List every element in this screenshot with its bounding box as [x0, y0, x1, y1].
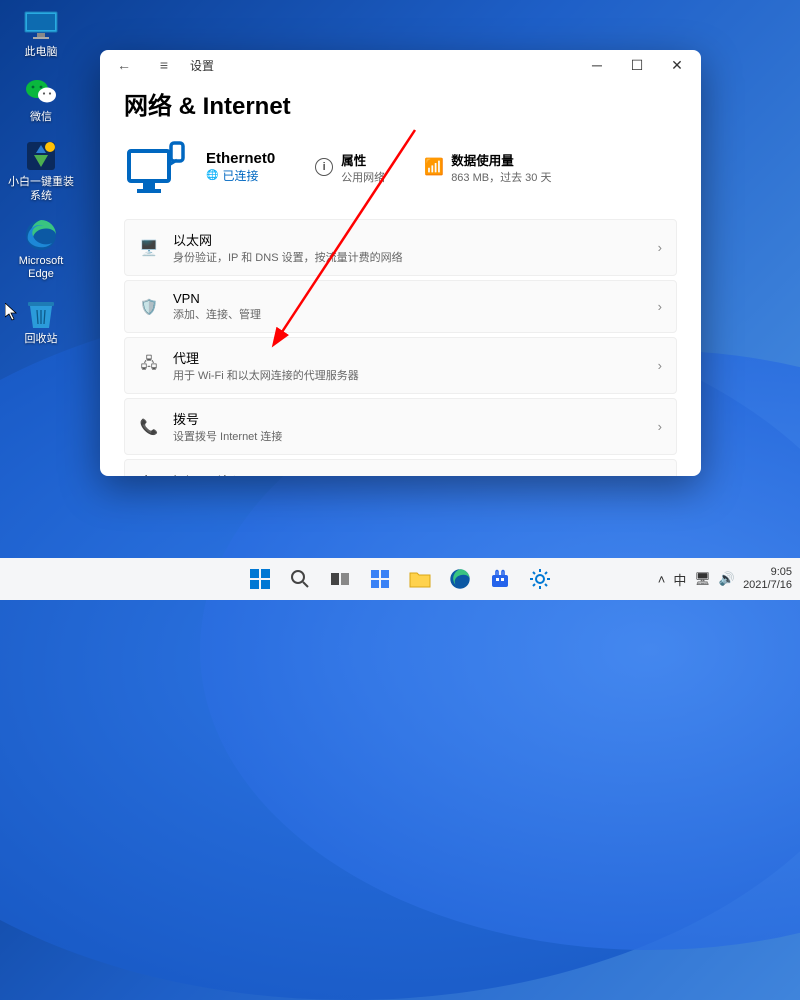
wechat-icon	[23, 73, 59, 109]
page-title: 网络 & Internet	[124, 86, 677, 121]
dialup-icon: 📞	[139, 418, 159, 436]
explorer-button[interactable]	[402, 561, 438, 597]
tray-volume-icon[interactable]: 🔊	[719, 571, 735, 587]
row-vpn[interactable]: 🛡️ VPN 添加、连接、管理 ›	[124, 280, 677, 333]
settings-window: ← ≡ 设置 ─ ☐ ✕ 网络 & Internet Ethernet0 已连接…	[100, 50, 701, 476]
back-button[interactable]: ←	[110, 51, 138, 79]
close-button[interactable]: ✕	[657, 51, 697, 79]
desktop-icon-this-pc[interactable]: 此电脑	[5, 8, 77, 59]
tray-chevron-icon[interactable]: ˄	[658, 572, 666, 587]
desktop-icon-installer[interactable]: 小白一键重装系统	[5, 138, 77, 202]
chevron-right-icon: ›	[658, 419, 662, 434]
settings-button[interactable]	[522, 561, 558, 597]
monitor-icon	[23, 8, 59, 44]
row-proxy[interactable]: 🖧 代理 用于 Wi-Fi 和以太网连接的代理服务器 ›	[124, 337, 677, 394]
proxy-icon: 🖧	[139, 353, 159, 378]
titlebar: ← ≡ 设置 ─ ☐ ✕	[100, 50, 701, 80]
taskview-button[interactable]	[322, 561, 358, 597]
desktop-icon-edge[interactable]: Microsoft Edge	[5, 217, 77, 281]
installer-icon	[23, 138, 59, 174]
row-ethernet[interactable]: 🖥️ 以太网 身份验证，IP 和 DNS 设置，按流量计费的网络 ›	[124, 219, 677, 276]
properties-link[interactable]: i 属性 公用网络	[315, 150, 385, 185]
tray-clock[interactable]: 9:05 2021/7/16	[743, 566, 792, 592]
tray-lang[interactable]: 中	[673, 570, 686, 589]
connection-hero: Ethernet0 已连接 i 属性 公用网络 📶 数据使用量 863 MB，过…	[124, 135, 677, 199]
window-title: 设置	[190, 57, 214, 74]
vpn-icon: 🛡️	[139, 298, 159, 316]
chevron-right-icon: ›	[658, 240, 662, 255]
maximize-button[interactable]: ☐	[617, 51, 657, 79]
chevron-right-icon: ›	[658, 299, 662, 314]
minimize-button[interactable]: ─	[577, 51, 617, 79]
taskbar: ˄ 中 🖥 🔊 9:05 2021/7/16	[0, 558, 800, 600]
data-usage-link[interactable]: 📶 数据使用量 863 MB，过去 30 天	[425, 150, 551, 185]
advanced-icon: ⚙	[139, 472, 153, 476]
ethernet-icon: 🖥️	[139, 239, 159, 257]
edge-icon	[23, 217, 59, 253]
row-dialup[interactable]: 📞 拨号 设置拨号 Internet 连接 ›	[124, 398, 677, 455]
desktop-icon-recycle[interactable]: 回收站	[5, 295, 77, 346]
desktop-icon-wechat[interactable]: 微信	[5, 73, 77, 124]
connection-name: Ethernet0	[206, 150, 275, 167]
store-button[interactable]	[482, 561, 518, 597]
info-icon: i	[315, 158, 333, 176]
connection-status: 已连接	[206, 167, 275, 184]
search-button[interactable]	[282, 561, 318, 597]
data-usage-icon: 📶	[425, 158, 443, 176]
edge-button[interactable]	[442, 561, 478, 597]
widgets-button[interactable]	[362, 561, 398, 597]
row-advanced[interactable]: ⚙ 高级网络设置	[124, 459, 677, 476]
pc-network-icon	[124, 135, 188, 199]
tray-network-icon[interactable]: 🖥	[694, 571, 711, 587]
chevron-right-icon: ›	[658, 358, 662, 373]
desktop-icons: 此电脑 微信 小白一键重装系统 Microsoft Edge 回收站	[5, 8, 77, 346]
recycle-icon	[23, 295, 59, 331]
menu-button[interactable]: ≡	[150, 51, 178, 79]
start-button[interactable]	[242, 561, 278, 597]
